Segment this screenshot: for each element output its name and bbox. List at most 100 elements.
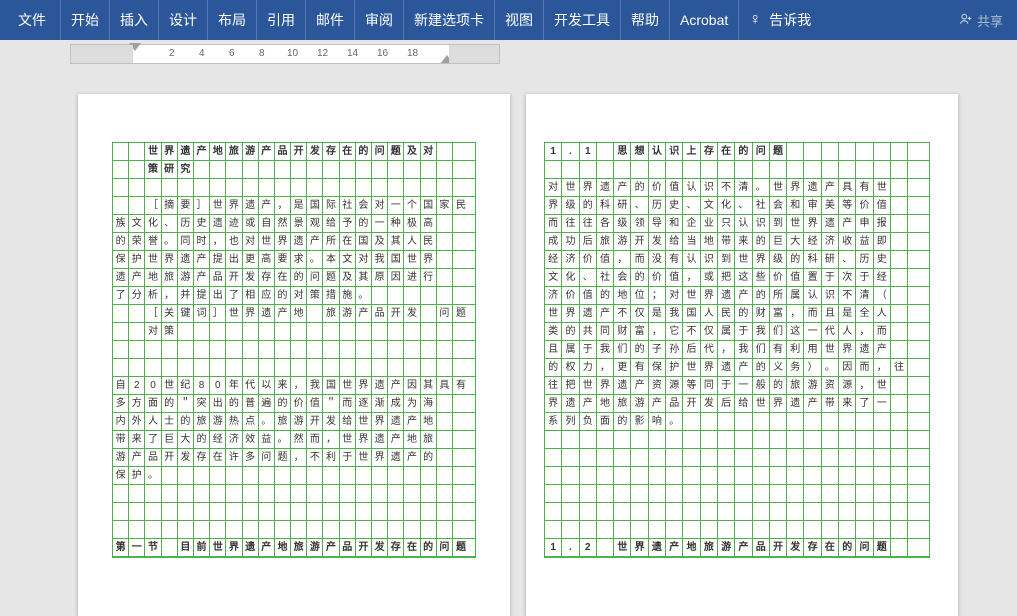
grid-cell: 同	[597, 323, 614, 341]
grid-cell: 普	[243, 395, 259, 413]
grid-cell: 价	[856, 197, 873, 215]
grid-cell: 开	[162, 449, 178, 467]
tab-insert[interactable]: 插入	[110, 0, 159, 40]
grid-cell: 策	[145, 161, 161, 179]
tab-file[interactable]: 文件	[4, 0, 61, 40]
grid-cell: 问	[753, 143, 770, 161]
grid-row: 往把世界遗产资源等同于一般的旅游资源，世	[545, 377, 929, 395]
grid-cell: 产	[404, 449, 420, 467]
grid-cell	[129, 197, 145, 215]
share-button[interactable]: 共享	[949, 0, 1013, 40]
document-area[interactable]: 世界遗产地旅游产品开发存在的问题及对策研究［摘要］世界遗产，是国际社会对一个国家…	[0, 68, 1017, 616]
grid-cell: 品	[340, 539, 356, 557]
tab-developer[interactable]: 开发工具	[544, 0, 621, 40]
tab-help[interactable]: 帮助	[621, 0, 670, 40]
tab-design[interactable]: 设计	[159, 0, 208, 40]
grid-cell: 源	[839, 377, 856, 395]
grid-cell: 题	[388, 143, 404, 161]
grid-row	[113, 179, 475, 197]
grid-cell: 有	[770, 341, 787, 359]
tab-acrobat[interactable]: Acrobat	[670, 0, 739, 40]
grid-cell: ［	[145, 305, 161, 323]
grid-cell	[683, 467, 700, 485]
grid-cell: 产	[735, 287, 752, 305]
horizontal-ruler[interactable]: 4 2 2 4 6 8 10 12 14 16 18 22	[70, 44, 500, 64]
grid-cell: 往	[562, 215, 579, 233]
grid-cell: 。	[753, 179, 770, 197]
tab-review[interactable]: 审阅	[355, 0, 404, 40]
tab-new[interactable]: 新建选项卡	[404, 0, 495, 40]
grid-cell: 遗	[822, 215, 839, 233]
grid-cell: ］	[194, 197, 210, 215]
grid-cell: 给	[340, 413, 356, 431]
grid-cell	[891, 197, 908, 215]
grid-cell: 而	[307, 431, 323, 449]
grid-cell	[718, 431, 735, 449]
grid-cell: 游	[291, 413, 307, 431]
grid-cell: 自	[113, 377, 129, 395]
page-1[interactable]: 世界遗产地旅游产品开发存在的问题及对策研究［摘要］世界遗产，是国际社会对一个国家…	[78, 94, 510, 616]
grid-cell	[372, 503, 388, 521]
grid-cell	[388, 521, 404, 539]
grid-cell	[908, 485, 925, 503]
grid-cell: 利	[323, 449, 339, 467]
grid-cell	[194, 467, 210, 485]
grid-cell: 报	[874, 215, 891, 233]
grid-row	[545, 521, 929, 539]
grid-cell: 突	[194, 395, 210, 413]
grid-cell	[356, 359, 372, 377]
grid-cell: 保	[649, 359, 666, 377]
grid-cell	[597, 485, 614, 503]
grid-cell: 世	[683, 359, 700, 377]
tab-layout[interactable]: 布局	[208, 0, 257, 40]
grid-cell: 问	[307, 269, 323, 287]
grid-cell	[822, 143, 839, 161]
grid-cell	[908, 143, 925, 161]
tab-mailings[interactable]: 邮件	[306, 0, 355, 40]
grid-cell	[735, 467, 752, 485]
grid-cell	[874, 413, 891, 431]
grid-row	[545, 485, 929, 503]
grid-cell: 科	[597, 197, 614, 215]
grid-cell: 旅	[291, 539, 307, 557]
grid-cell: 价	[649, 269, 666, 287]
grid-cell: 地	[210, 143, 226, 161]
grid-cell	[404, 287, 420, 305]
grid-cell: 游	[113, 449, 129, 467]
grid-cell	[307, 305, 323, 323]
grid-cell: 权	[562, 359, 579, 377]
grid-cell	[210, 323, 226, 341]
grid-cell	[226, 359, 242, 377]
grid-cell: 产	[735, 539, 752, 557]
grid-cell	[614, 485, 631, 503]
tab-references[interactable]: 引用	[257, 0, 306, 40]
tell-me[interactable]: ♀ 告诉我	[739, 0, 821, 40]
grid-cell	[787, 449, 804, 467]
grid-cell: 社	[340, 197, 356, 215]
lightbulb-icon: ♀	[749, 11, 761, 29]
grid-cell: 值	[597, 251, 614, 269]
grid-cell: 产	[580, 395, 597, 413]
grid-cell	[404, 359, 420, 377]
grid-cell: 世	[145, 143, 161, 161]
grid-cell	[226, 503, 242, 521]
grid-cell: 世	[614, 539, 631, 557]
grid-cell: 效	[243, 431, 259, 449]
grid-cell: 遗	[178, 251, 194, 269]
grid-cell: 了	[226, 287, 242, 305]
grid-cell	[437, 449, 453, 467]
grid-row	[113, 521, 475, 539]
grid-cell	[323, 323, 339, 341]
grid-cell: 界	[597, 377, 614, 395]
tab-home[interactable]: 开始	[61, 0, 110, 40]
grid-cell: 品	[210, 269, 226, 287]
tell-me-label: 告诉我	[769, 10, 811, 30]
page-2[interactable]: 1.1 思想认识上存在的问题对世界遗产的价值认识不清。世界遗产具有世界级的科研、…	[526, 94, 958, 616]
grid-cell	[291, 323, 307, 341]
grid-cell	[453, 467, 469, 485]
grid-cell	[891, 467, 908, 485]
grid-cell	[388, 341, 404, 359]
tab-view[interactable]: 视图	[495, 0, 544, 40]
grid-cell	[839, 413, 856, 431]
grid-cell	[839, 503, 856, 521]
